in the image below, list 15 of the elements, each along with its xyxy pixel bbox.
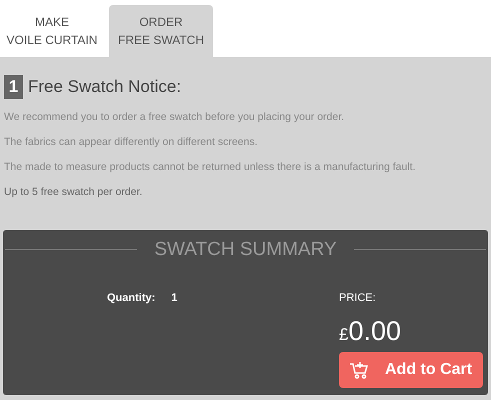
- currency-symbol: £: [339, 324, 348, 346]
- price-value: 0.00: [348, 314, 402, 348]
- notice-text: We recommend you to order a free swatch before you placing your order.: [4, 110, 346, 124]
- price-label: PRICE:: [339, 291, 377, 306]
- notice-title: Free Swatch Notice:: [28, 76, 182, 98]
- cart-icon: [349, 360, 369, 380]
- tab[interactable]: ORDER FREE SWATCH: [109, 5, 213, 57]
- notice-text: The fabrics can appear differently on different screens.: [4, 134, 259, 150]
- quantity-value: 1: [171, 291, 178, 306]
- notice-text: The made to measure products cannot be returned unless there is a manufacturing fault.: [4, 160, 416, 174]
- add-to-cart-button[interactable]: Add to Cart: [339, 352, 483, 388]
- step-number: 1: [4, 74, 23, 99]
- quantity-label: Quantity:: [107, 291, 156, 306]
- summary-title: SWATCH SUMMARY: [153, 238, 338, 262]
- notice-text: Up to 5 free swatch per order.: [4, 184, 144, 200]
